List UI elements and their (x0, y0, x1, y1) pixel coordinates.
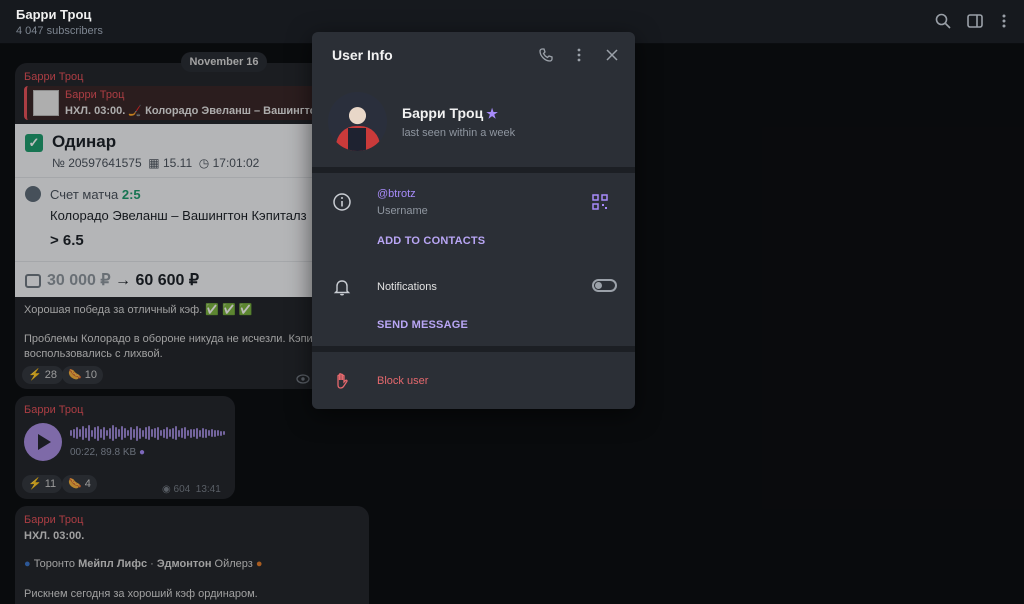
premium-star-icon: ★ (486, 106, 498, 121)
hand-stop-icon (337, 373, 348, 389)
username-value[interactable]: @btrotz (377, 188, 416, 200)
more-vertical-icon[interactable] (995, 12, 1013, 30)
user-info-dialog: User Info Барри Троц ★ last seen within a… (312, 32, 635, 409)
send-message-button[interactable]: SEND MESSAGE (377, 319, 468, 331)
notifications-label: Notifications (377, 281, 437, 293)
channel-title[interactable]: Барри Троц (16, 7, 91, 22)
sidebar-toggle-icon[interactable] (966, 12, 984, 30)
section-divider (312, 346, 635, 352)
search-icon[interactable] (934, 12, 952, 30)
user-name-text: Барри Троц (402, 105, 484, 121)
phone-icon[interactable] (538, 47, 554, 63)
avatar[interactable] (328, 92, 387, 151)
username-label: Username (377, 205, 428, 217)
section-divider (312, 167, 635, 173)
add-to-contacts-button[interactable]: ADD TO CONTACTS (377, 235, 485, 247)
bell-icon (333, 280, 351, 296)
user-name: Барри Троц ★ (402, 105, 498, 122)
block-user-button[interactable]: Block user (377, 375, 428, 387)
qr-code-icon[interactable] (592, 194, 608, 210)
close-icon[interactable] (604, 47, 620, 63)
subscriber-count: 4 047 subscribers (16, 25, 103, 37)
avatar-shirt (348, 128, 366, 151)
more-vertical-icon[interactable] (571, 47, 587, 63)
info-icon (333, 193, 351, 211)
notifications-toggle[interactable] (592, 279, 617, 292)
last-seen: last seen within a week (402, 127, 516, 139)
dialog-title: User Info (332, 47, 393, 63)
